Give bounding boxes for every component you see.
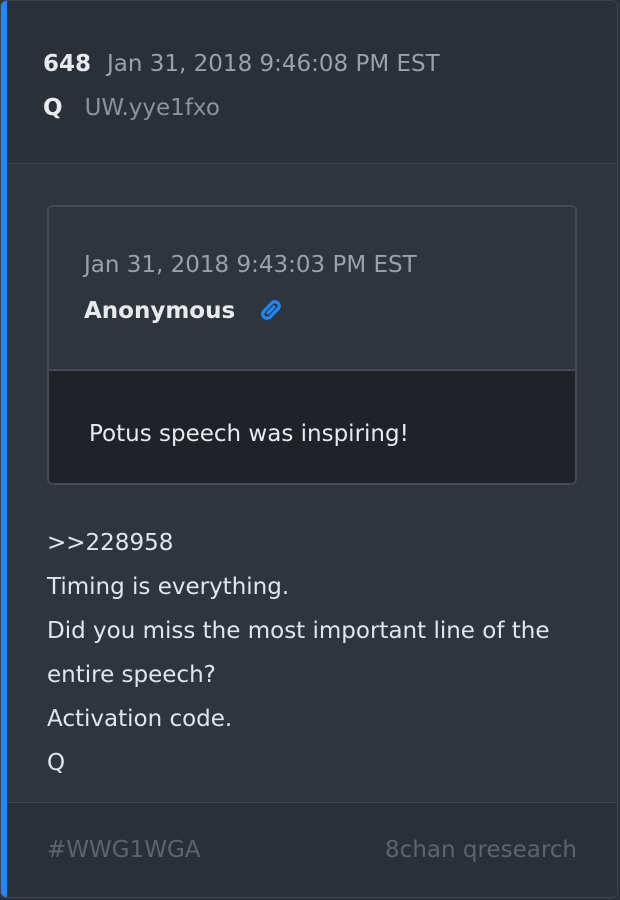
link-icon[interactable] <box>255 296 285 326</box>
quoted-post-author: Anonymous <box>84 298 236 324</box>
quoted-post-body: Potus speech was inspiring! <box>49 371 575 483</box>
message-line: Did you miss the most important line of … <box>47 618 550 644</box>
message-line: entire speech? <box>47 662 216 688</box>
post-author-row: Q UW.yye1fxo <box>43 91 220 125</box>
message-line: Timing is everything. <box>47 574 290 600</box>
quoted-post-timestamp: Jan 31, 2018 9:43:03 PM EST <box>84 252 417 278</box>
post-meta-row: 648 Jan 31, 2018 9:46:08 PM EST <box>43 47 440 81</box>
link-icon-graphic <box>261 300 281 320</box>
post-card: 648 Jan 31, 2018 9:46:08 PM EST Q UW.yye… <box>0 0 618 898</box>
quoted-post-header: Jan 31, 2018 9:43:03 PM EST Anonymous <box>49 207 575 371</box>
quoted-post: Jan 31, 2018 9:43:03 PM EST Anonymous Po… <box>47 205 577 485</box>
message-signature: Q <box>47 750 66 776</box>
quoted-post-text: Potus speech was inspiring! <box>89 421 409 447</box>
post-message: >>228958 Timing is everything. Did you m… <box>47 521 597 785</box>
post-footer: #WWG1WGA 8chan qresearch <box>7 802 617 897</box>
post-timestamp: Jan 31, 2018 9:46:08 PM EST <box>107 51 440 77</box>
post-tripcode: UW.yye1fxo <box>84 95 220 121</box>
message-line: Activation code. <box>47 706 233 732</box>
post-source: 8chan qresearch <box>385 837 577 863</box>
post-number[interactable]: 648 <box>43 51 91 77</box>
hashtag: #WWG1WGA <box>47 837 201 863</box>
quoted-post-author-row: Anonymous <box>84 296 285 326</box>
post-header: 648 Jan 31, 2018 9:46:08 PM EST Q UW.yye… <box>7 1 617 164</box>
post-author: Q <box>43 95 63 121</box>
reply-link[interactable]: >>228958 <box>47 521 597 565</box>
